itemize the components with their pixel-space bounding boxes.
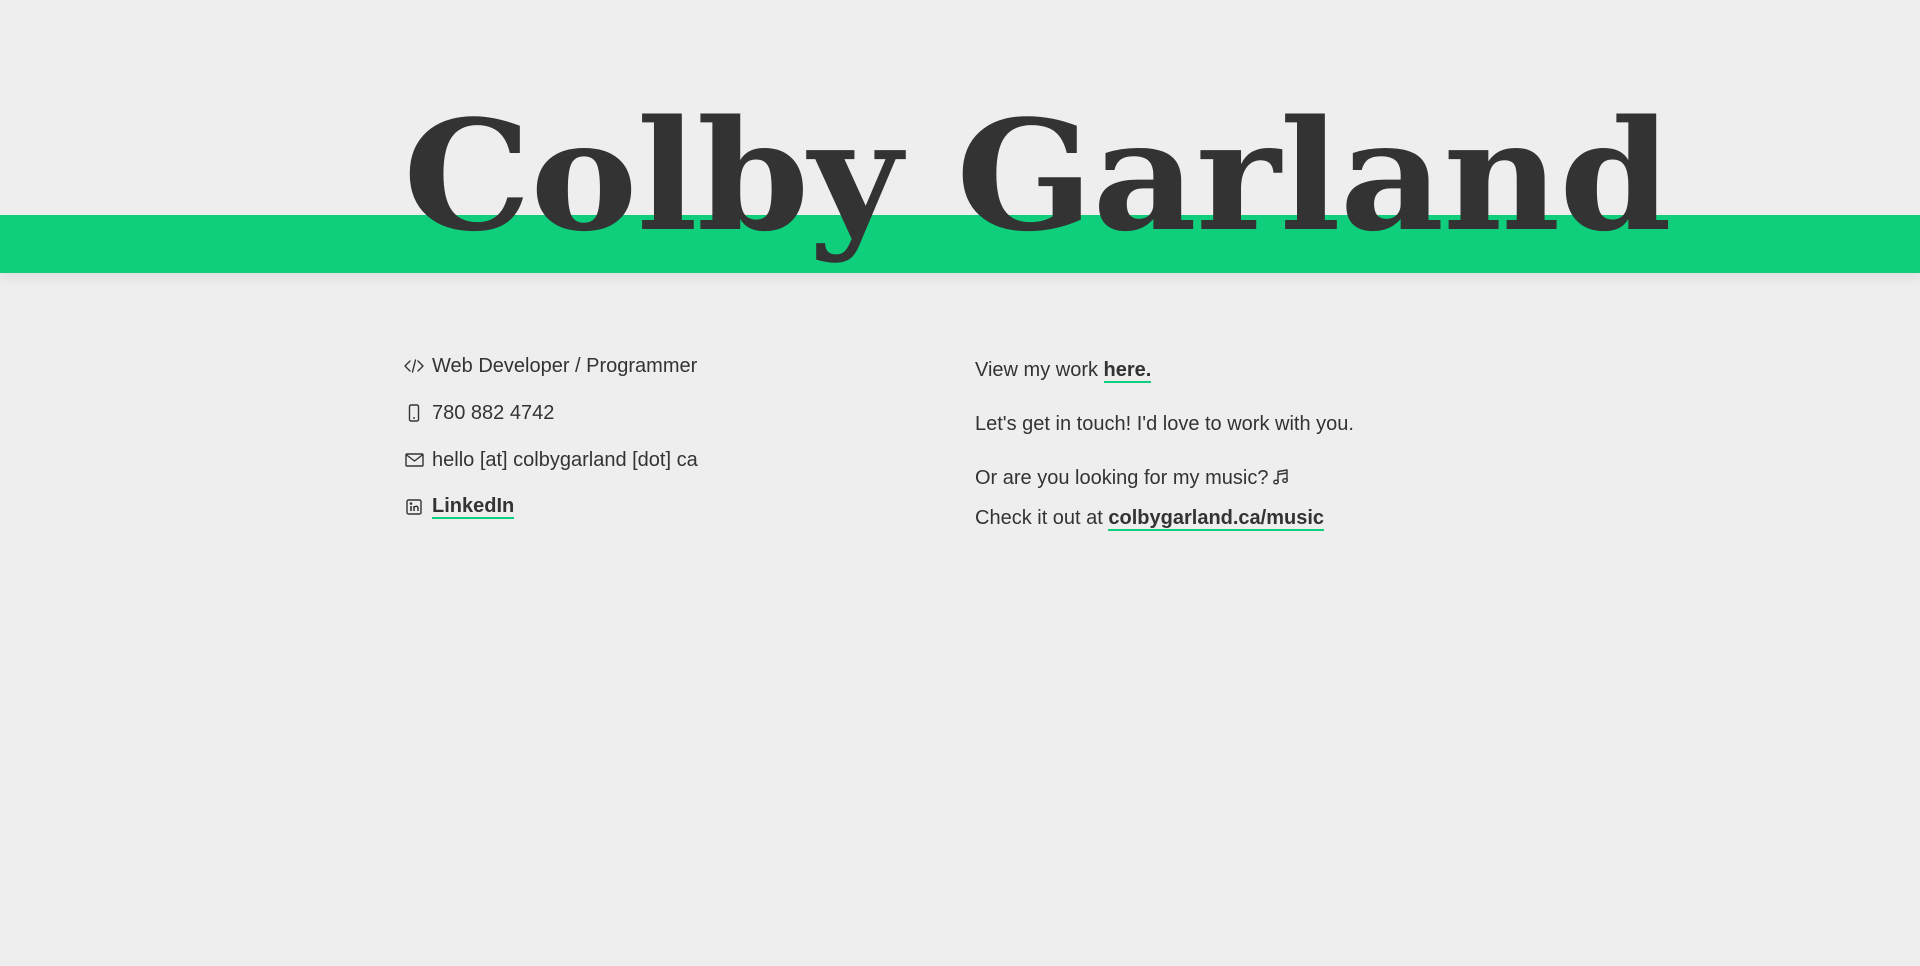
contact-list: Web Developer / Programmer 780 882 4742 … xyxy=(404,354,924,542)
email-item: hello [at] colbygarland [dot] ca xyxy=(404,448,924,472)
role-item: Web Developer / Programmer xyxy=(404,354,924,378)
music-link[interactable]: colbygarland.ca/music xyxy=(1108,507,1325,531)
music-question: Or are you looking for my music? xyxy=(975,467,1269,489)
phone-text: 780 882 4742 xyxy=(432,401,555,424)
work-line: View my work here. xyxy=(975,356,1535,384)
linkedin-link[interactable]: LinkedIn xyxy=(432,495,515,519)
phone-icon xyxy=(404,403,424,423)
linkedin-item: LinkedIn xyxy=(404,495,924,519)
music-question-line: Or are you looking for my music? xyxy=(975,464,1535,494)
music-prefix: Check it out at xyxy=(975,507,1109,529)
touch-line: Let's get in touch! I'd love to work wit… xyxy=(975,413,1354,435)
header: Colby Garland xyxy=(0,0,1920,273)
code-icon xyxy=(404,356,424,376)
music-note-icon xyxy=(1272,466,1290,494)
mail-icon xyxy=(404,450,424,470)
about-section: View my work here. Let's get in touch! I… xyxy=(975,356,1535,532)
linkedin-icon xyxy=(404,497,424,517)
phone-item: 780 882 4742 xyxy=(404,401,924,425)
music-link-line: Check it out at colbygarland.ca/music xyxy=(975,504,1535,532)
work-prefix: View my work xyxy=(975,359,1104,381)
email-text: hello [at] colbygarland [dot] ca xyxy=(432,448,698,471)
work-link[interactable]: here. xyxy=(1103,359,1152,383)
role-text: Web Developer / Programmer xyxy=(432,354,698,377)
page-title: Colby Garland xyxy=(403,86,1672,265)
